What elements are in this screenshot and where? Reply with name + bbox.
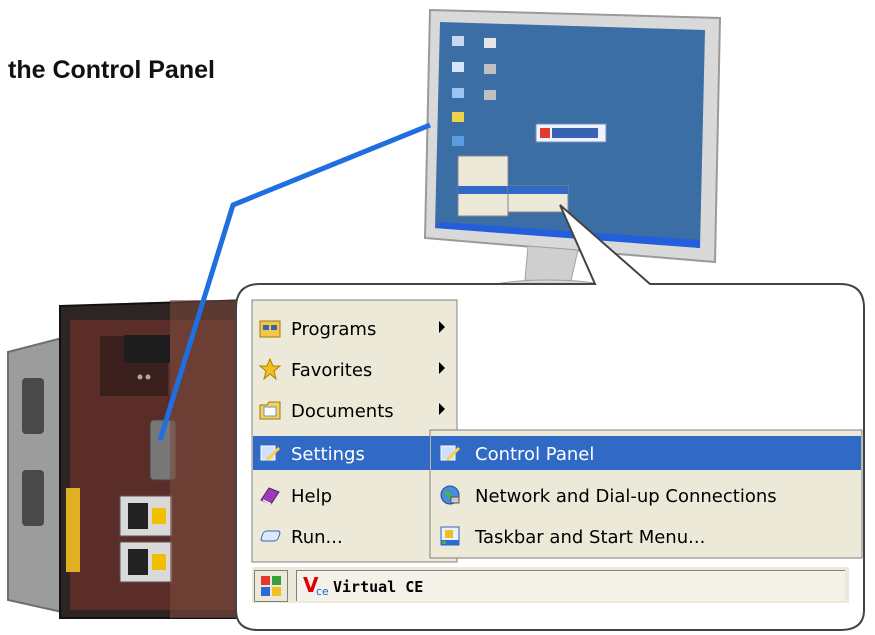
start-button[interactable] [254,570,288,602]
submenu-item-label: Control Panel [475,444,595,465]
submenu-item-control-panel[interactable]: Control Panel [431,436,861,470]
help-book-icon [259,484,281,506]
windows-flag-icon [261,576,281,596]
menu-item-run[interactable]: Run... [253,519,430,553]
submenu-item-label: Taskbar and Start Menu... [475,527,706,548]
star-icon [258,357,282,381]
taskbar-app-label: Virtual CE [333,578,424,596]
submenu-item-network[interactable]: Network and Dial-up Connections [431,478,861,512]
taskbar-app-virtual-ce[interactable]: V ce Virtual CE [296,570,845,601]
settings-icon [259,442,281,464]
menu-item-label: Settings [291,444,365,465]
run-icon [259,525,281,547]
menu-item-label: Programs [291,319,377,340]
taskbar-icon [439,525,461,547]
controller-device [7,298,251,619]
menu-item-favorites[interactable]: Favorites [253,352,456,386]
menu-item-label: Favorites [291,360,373,381]
network-globe-icon [439,484,461,506]
submenu-arrow-icon [439,321,445,333]
submenu-item-taskbar[interactable]: Taskbar and Start Menu... [431,519,861,553]
submenu-arrow-icon [439,362,445,374]
taskbar: V ce Virtual CE [252,566,849,603]
menu-item-programs[interactable]: Programs [253,311,456,345]
monitor [423,8,722,305]
menu-item-settings[interactable]: Settings [253,436,430,470]
menu-item-documents[interactable]: Documents [253,393,456,427]
control-panel-icon [439,442,461,464]
submenu-item-label: Network and Dial-up Connections [475,486,777,507]
submenu-arrow-icon [439,403,445,415]
menu-item-label: Run... [291,527,343,548]
virtual-ce-logo-sub: ce [316,585,329,598]
menu-item-help[interactable]: Help [253,478,430,512]
menu-item-label: Documents [291,401,394,422]
documents-icon [259,399,281,421]
menu-item-label: Help [291,486,333,507]
programs-icon [259,317,281,339]
